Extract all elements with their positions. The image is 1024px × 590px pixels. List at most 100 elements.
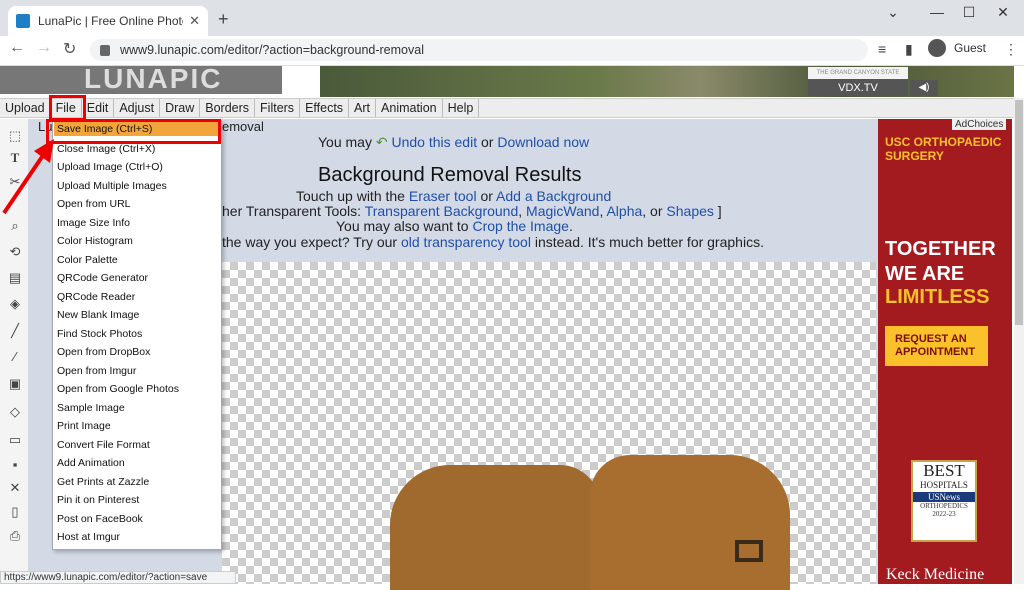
badge-specialty: ORTHOPEDICS bbox=[920, 502, 968, 510]
profile-label: Guest bbox=[954, 41, 987, 55]
tab-search-button[interactable]: ⌄ bbox=[878, 4, 908, 21]
media-control-icon[interactable]: ≡ bbox=[878, 41, 886, 57]
scrollbar-thumb[interactable] bbox=[1015, 100, 1023, 325]
undo-line: You may ↶ Undo this edit or Download now bbox=[318, 134, 589, 151]
breadcrumb-end: emoval bbox=[222, 119, 264, 134]
brush-icon[interactable]: ∕ bbox=[7, 349, 23, 364]
menu-borders[interactable]: Borders bbox=[200, 99, 256, 117]
open-folder-icon[interactable]: ▭ bbox=[7, 432, 23, 448]
eraser-tool-link[interactable]: Eraser tool bbox=[409, 188, 477, 204]
save-image-highlight-box bbox=[46, 119, 221, 144]
menu-item-open-url[interactable]: Open from URL bbox=[57, 195, 219, 213]
menu-item-pinterest[interactable]: Pin it on Pinterest bbox=[57, 491, 219, 509]
menu-effects[interactable]: Effects bbox=[300, 99, 350, 117]
menu-item-imgur-open[interactable]: Open from Imgur bbox=[57, 362, 219, 380]
menu-item-stock-photos[interactable]: Find Stock Photos bbox=[57, 325, 219, 343]
ad-brand-sub: THE GRAND CANYON STATE bbox=[808, 67, 908, 79]
menu-item-google-photos[interactable]: Open from Google Photos bbox=[57, 380, 219, 398]
layers-icon[interactable]: ▤ bbox=[7, 270, 23, 286]
magicwand-link[interactable]: MagicWand bbox=[526, 203, 599, 219]
print-icon[interactable]: ⎙ bbox=[7, 528, 23, 544]
file-dropdown-menu: Save Image (Ctrl+S) Close Image (Ctrl+X)… bbox=[52, 120, 222, 550]
boot-buckle bbox=[735, 540, 763, 562]
close-x-icon[interactable]: ✕ bbox=[7, 480, 23, 496]
side-panel-icon[interactable]: ▮ bbox=[905, 41, 913, 58]
menu-kebab-icon[interactable]: ⋮ bbox=[1004, 41, 1018, 58]
add-background-link[interactable]: Add a Background bbox=[496, 188, 611, 204]
menu-item-color-palette[interactable]: Color Palette bbox=[57, 251, 219, 269]
ad-tagline-3: LIMITLESS bbox=[885, 286, 990, 308]
eyedropper-icon[interactable]: ╱ bbox=[7, 323, 23, 339]
ad-request-appointment-button[interactable]: REQUEST AN APPOINTMENT bbox=[885, 326, 988, 366]
alpha-link[interactable]: Alpha bbox=[606, 203, 642, 219]
crop-prefix: You may also want to bbox=[336, 218, 469, 234]
lock-icon bbox=[100, 44, 110, 56]
eraser-icon[interactable]: ◇ bbox=[7, 404, 23, 420]
badge-usnews: USNews bbox=[913, 492, 975, 502]
menu-item-upload-image[interactable]: Upload Image (Ctrl+O) bbox=[57, 158, 219, 176]
menu-item-qrcode-reader[interactable]: QRCode Reader bbox=[57, 288, 219, 306]
touchup-prefix: Touch up with the bbox=[296, 188, 405, 204]
file-menu-highlight-box bbox=[49, 95, 86, 121]
menu-draw[interactable]: Draw bbox=[160, 99, 201, 117]
address-bar[interactable]: www9.lunapic.com/editor/?action=backgrou… bbox=[90, 39, 868, 61]
image-icon[interactable]: ▣ bbox=[7, 376, 23, 392]
menu-filters[interactable]: Filters bbox=[255, 99, 301, 117]
tools-or: , or bbox=[642, 203, 663, 219]
menu-item-host-imgur[interactable]: Host at Imgur bbox=[57, 528, 219, 546]
old-transparency-link[interactable]: old transparency tool bbox=[401, 234, 531, 250]
minimize-button[interactable]: — bbox=[922, 4, 952, 20]
maximize-button[interactable]: ☐ bbox=[954, 4, 984, 21]
rotate-icon[interactable]: ⟲ bbox=[7, 244, 23, 260]
back-arrow-icon[interactable]: ← bbox=[9, 39, 25, 57]
close-window-button[interactable]: ✕ bbox=[988, 4, 1018, 21]
zoom-icon[interactable]: ⌕ bbox=[7, 218, 23, 234]
tools-prefix: her Transparent Tools: bbox=[222, 203, 362, 219]
tab-close-icon[interactable]: ✕ bbox=[189, 13, 200, 29]
forward-arrow-icon[interactable]: → bbox=[36, 39, 52, 57]
boot-image-left bbox=[390, 465, 600, 590]
crop-line: You may also want to Crop the Image. bbox=[336, 218, 573, 234]
undo-or: or bbox=[480, 134, 494, 150]
download-link[interactable]: Download now bbox=[497, 134, 589, 150]
menu-item-facebook[interactable]: Post on FaceBook bbox=[57, 510, 219, 528]
menu-item-sample-image[interactable]: Sample Image bbox=[57, 399, 219, 417]
menu-item-qrcode-generator[interactable]: QRCode Generator bbox=[57, 269, 219, 287]
menu-animation[interactable]: Animation bbox=[376, 99, 443, 117]
speaker-icon[interactable]: ◀) bbox=[910, 80, 938, 96]
profile-button[interactable]: Guest bbox=[928, 39, 986, 57]
menu-item-convert-format[interactable]: Convert File Format bbox=[57, 436, 219, 454]
new-page-icon[interactable]: ▯ bbox=[7, 504, 23, 520]
menu-item-new-blank[interactable]: New Blank Image bbox=[57, 306, 219, 324]
adchoices-label[interactable]: AdChoices bbox=[952, 119, 1007, 130]
menu-item-image-size[interactable]: Image Size Info bbox=[57, 214, 219, 232]
menu-item-color-histogram[interactable]: Color Histogram bbox=[57, 232, 219, 250]
menu-help[interactable]: Help bbox=[443, 99, 480, 117]
undo-link[interactable]: Undo this edit bbox=[391, 134, 477, 150]
tools-bracket: ] bbox=[717, 203, 722, 219]
new-tab-button[interactable]: + bbox=[218, 9, 229, 30]
menu-item-zazzle[interactable]: Get Prints at Zazzle bbox=[57, 473, 219, 491]
menu-edit[interactable]: Edit bbox=[82, 99, 115, 117]
menu-item-dropbox[interactable]: Open from DropBox bbox=[57, 343, 219, 361]
menu-item-print-image[interactable]: Print Image bbox=[57, 417, 219, 435]
ad-brand-label[interactable]: VDX.TV bbox=[808, 80, 908, 96]
menu-upload[interactable]: Upload bbox=[0, 99, 51, 117]
browser-tab[interactable]: LunaPic | Free Online Photo Ed ✕ bbox=[8, 6, 208, 36]
crop-link[interactable]: Crop the Image bbox=[472, 218, 569, 234]
lunapic-logo[interactable]: LUNAPIC bbox=[0, 66, 282, 94]
main-menu-bar: Upload File Edit Adjust Draw Borders Fil… bbox=[0, 98, 1014, 118]
avatar-icon bbox=[928, 39, 946, 57]
boot-image-right bbox=[590, 455, 790, 590]
menu-adjust[interactable]: Adjust bbox=[114, 99, 161, 117]
paint-bucket-icon[interactable]: ◈ bbox=[7, 296, 23, 312]
shapes-link[interactable]: Shapes bbox=[666, 203, 713, 219]
tab-title: LunaPic | Free Online Photo Ed bbox=[38, 14, 183, 28]
save-disk-icon[interactable]: ▪ bbox=[7, 457, 23, 472]
transparent-background-link[interactable]: Transparent Background bbox=[365, 203, 519, 219]
menu-art[interactable]: Art bbox=[349, 99, 377, 117]
annotation-arrow-icon bbox=[2, 139, 54, 215]
menu-item-upload-multiple[interactable]: Upload Multiple Images bbox=[57, 177, 219, 195]
menu-item-add-animation[interactable]: Add Animation bbox=[57, 454, 219, 472]
reload-icon[interactable]: ↻ bbox=[63, 39, 76, 59]
